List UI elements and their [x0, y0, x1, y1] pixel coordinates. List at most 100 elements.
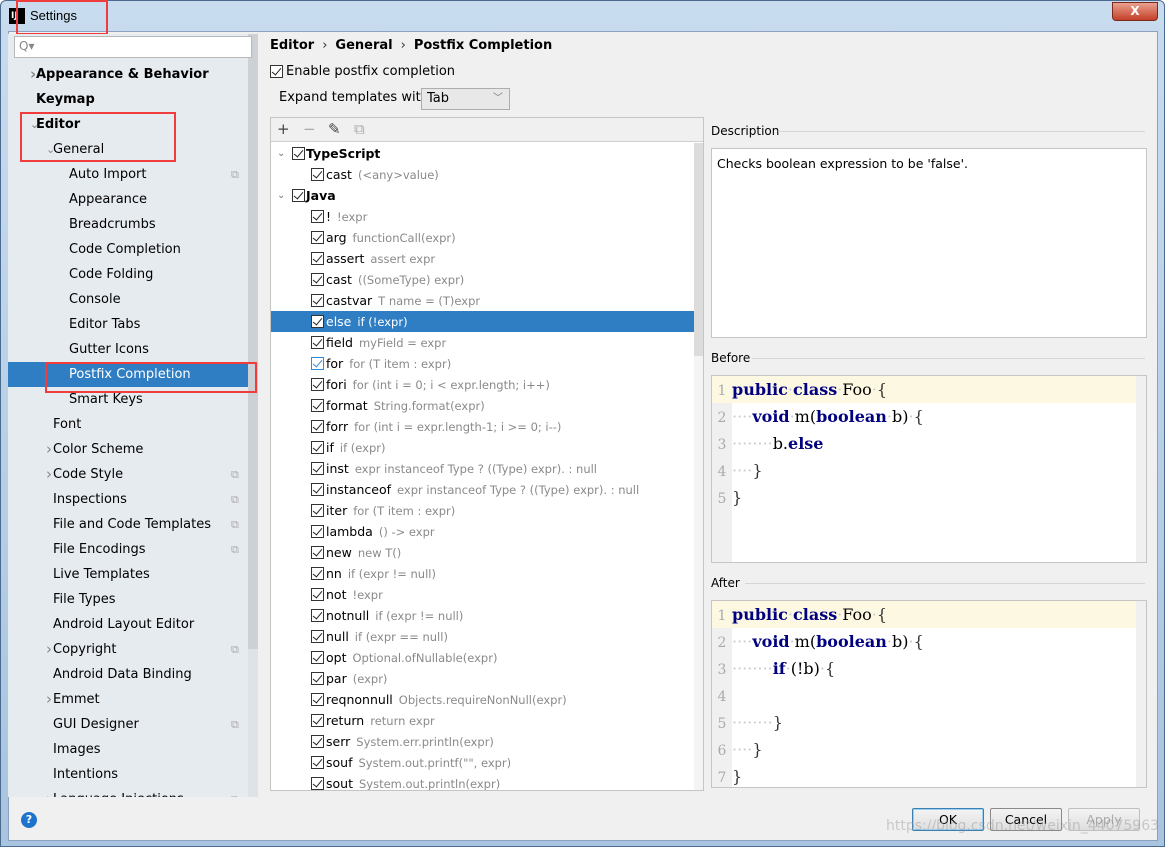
sidebar-item-file-and-code-templates[interactable]: File and Code Templates ⧉ — [8, 512, 248, 537]
sidebar-item-font[interactable]: Font — [8, 412, 248, 437]
template-checkbox[interactable] — [311, 399, 324, 412]
template-checkbox[interactable] — [311, 252, 324, 265]
add-icon[interactable]: + — [277, 120, 290, 138]
template-row[interactable]: ! !expr — [271, 206, 694, 227]
template-checkbox[interactable] — [311, 441, 324, 454]
template-row[interactable]: serr System.err.println(expr) — [271, 731, 694, 752]
template-row[interactable]: castvar T name = (T)expr — [271, 290, 694, 311]
enable-postfix-checkbox[interactable]: Enable postfix completion — [270, 64, 455, 79]
template-checkbox[interactable] — [311, 546, 324, 559]
sidebar-item-images[interactable]: Images — [8, 737, 248, 762]
sidebar-item-inspections[interactable]: Inspections ⧉ — [8, 487, 248, 512]
templates-scrollbar[interactable] — [694, 143, 703, 790]
sidebar-item-intentions[interactable]: Intentions — [8, 762, 248, 787]
template-checkbox[interactable] — [311, 609, 324, 622]
template-checkbox[interactable] — [311, 525, 324, 538]
template-checkbox[interactable] — [311, 504, 324, 517]
remove-icon[interactable]: − — [303, 120, 316, 138]
template-row[interactable]: field myField = expr — [271, 332, 694, 353]
expand-key-select[interactable]: Tab ﹀ — [421, 88, 510, 110]
close-button[interactable]: X — [1112, 2, 1158, 21]
template-checkbox[interactable] — [311, 777, 324, 790]
template-checkbox[interactable] — [311, 294, 324, 307]
template-checkbox[interactable] — [311, 756, 324, 769]
template-checkbox[interactable] — [311, 378, 324, 391]
template-checkbox[interactable] — [311, 693, 324, 706]
sidebar-scrollbar[interactable] — [248, 34, 258, 797]
template-row[interactable]: notnull if (expr != null) — [271, 605, 694, 626]
chevron-down-icon[interactable]: ⌄ — [277, 143, 285, 164]
group-checkbox[interactable] — [292, 189, 305, 202]
template-checkbox[interactable] — [311, 483, 324, 496]
template-checkbox[interactable] — [311, 462, 324, 475]
chevron-right-icon[interactable]: › — [46, 637, 52, 662]
template-row[interactable]: iter for (T item : expr) — [271, 500, 694, 521]
chevron-right-icon[interactable]: › — [46, 437, 52, 462]
sidebar-item-emmet[interactable]: › Emmet — [8, 687, 248, 712]
sidebar-item-android-data-binding[interactable]: Android Data Binding — [8, 662, 248, 687]
template-row[interactable]: sout System.out.println(expr) — [271, 773, 694, 790]
sidebar-item-code-style[interactable]: › Code Style ⧉ — [8, 462, 248, 487]
template-group-typescript[interactable]: ⌄ TypeScript — [271, 143, 694, 164]
sidebar-item-appearance-behavior[interactable]: › Appearance & Behavior — [8, 62, 248, 87]
editor-scrollbar[interactable] — [1136, 376, 1146, 562]
sidebar-item-keymap[interactable]: Keymap — [8, 87, 248, 112]
template-row[interactable]: null if (expr == null) — [271, 626, 694, 647]
template-row[interactable]: cast ((SomeType) expr) — [271, 269, 694, 290]
sidebar-item-file-encodings[interactable]: File Encodings ⧉ — [8, 537, 248, 562]
template-checkbox[interactable] — [311, 735, 324, 748]
template-row[interactable]: fori for (int i = 0; i < expr.length; i++… — [271, 374, 694, 395]
copy-icon[interactable]: ⧉ — [354, 120, 365, 138]
template-checkbox[interactable] — [311, 231, 324, 244]
scrollbar-thumb[interactable] — [694, 143, 703, 356]
group-checkbox[interactable] — [292, 147, 305, 160]
template-checkbox[interactable] — [311, 273, 324, 286]
template-row[interactable]: assert assert expr — [271, 248, 694, 269]
checkbox-checked-icon[interactable] — [270, 65, 283, 78]
sidebar-item-copyright[interactable]: › Copyright ⧉ — [8, 637, 248, 662]
template-row[interactable]: opt Optional.ofNullable(expr) — [271, 647, 694, 668]
edit-icon[interactable]: ✎ — [328, 120, 341, 138]
sidebar-item-android-layout-editor[interactable]: Android Layout Editor — [8, 612, 248, 637]
sidebar-item-live-templates[interactable]: Live Templates — [8, 562, 248, 587]
template-checkbox[interactable] — [311, 588, 324, 601]
chevron-right-icon[interactable]: › — [46, 787, 52, 797]
template-row[interactable]: format String.format(expr) — [271, 395, 694, 416]
template-checkbox[interactable] — [311, 420, 324, 433]
template-row[interactable]: inst expr instanceof Type ? ((Type) expr)… — [271, 458, 694, 479]
template-checkbox[interactable] — [311, 210, 324, 223]
sidebar-item-appearance[interactable]: Appearance — [8, 187, 248, 212]
chevron-down-icon[interactable]: ⌄ — [277, 185, 285, 206]
template-row[interactable]: par (expr) — [271, 668, 694, 689]
template-row[interactable]: if if (expr) — [271, 437, 694, 458]
template-row[interactable]: not !expr — [271, 584, 694, 605]
template-row[interactable]: forr for (int i = expr.length-1; i >= 0; … — [271, 416, 694, 437]
template-checkbox[interactable] — [311, 651, 324, 664]
chevron-right-icon[interactable]: › — [46, 462, 52, 487]
template-checkbox[interactable] — [311, 168, 324, 181]
template-row[interactable]: souf System.out.printf("", expr) — [271, 752, 694, 773]
chevron-right-icon[interactable]: › — [46, 687, 52, 712]
sidebar-item-auto-import[interactable]: Auto Import ⧉ — [8, 162, 248, 187]
template-checkbox[interactable] — [311, 357, 324, 370]
template-row[interactable]: return return expr — [271, 710, 694, 731]
sidebar-item-breadcrumbs[interactable]: Breadcrumbs — [8, 212, 248, 237]
template-checkbox[interactable] — [311, 672, 324, 685]
template-group-java[interactable]: ⌄ Java — [271, 185, 694, 206]
scrollbar-thumb[interactable] — [248, 34, 258, 649]
search-input[interactable]: Q▾ — [14, 36, 252, 58]
template-row[interactable]: arg functionCall(expr) — [271, 227, 694, 248]
template-checkbox[interactable] — [311, 630, 324, 643]
template-checkbox[interactable] — [311, 567, 324, 580]
template-row[interactable]: reqnonnull Objects.requireNonNull(expr) — [271, 689, 694, 710]
template-checkbox[interactable] — [311, 336, 324, 349]
template-row[interactable]: nn if (expr != null) — [271, 563, 694, 584]
sidebar-item-file-types[interactable]: File Types — [8, 587, 248, 612]
template-row[interactable]: else if (!expr) — [271, 311, 694, 332]
template-checkbox[interactable] — [311, 315, 324, 328]
template-row[interactable]: instanceof expr instanceof Type ? ((Type)… — [271, 479, 694, 500]
sidebar-item-code-folding[interactable]: Code Folding — [8, 262, 248, 287]
template-row[interactable]: cast (<any>value) — [271, 164, 694, 185]
help-icon[interactable]: ? — [21, 812, 37, 828]
sidebar-item-color-scheme[interactable]: › Color Scheme — [8, 437, 248, 462]
